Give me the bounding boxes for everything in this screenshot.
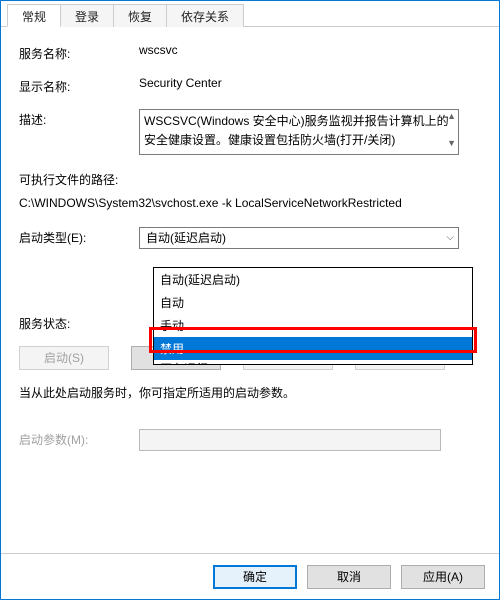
service-name-value: wscsvc bbox=[139, 43, 481, 57]
description-scroll[interactable]: ▲ ▼ bbox=[447, 112, 456, 148]
dropdown-opt-manual[interactable]: 手动 bbox=[154, 314, 472, 337]
startup-params-label: 启动参数(M): bbox=[19, 429, 139, 448]
tab-logon[interactable]: 登录 bbox=[60, 4, 114, 27]
tab-strip: 常规 登录 恢复 依存关系 bbox=[1, 3, 499, 27]
startup-params-input bbox=[139, 429, 441, 451]
tab-content: 服务名称: wscsvc 显示名称: Security Center 描述: W… bbox=[1, 27, 499, 475]
description-label: 描述: bbox=[19, 109, 139, 128]
dropdown-opt-cut[interactable]: 正在运行 bbox=[154, 360, 472, 364]
startup-type-combo[interactable]: 自动(延迟启动) ⌵ bbox=[139, 227, 459, 249]
description-box[interactable]: WSCSVC(Windows 安全中心)服务监视并报告计算机上的安全健康设置。健… bbox=[139, 109, 459, 155]
apply-button[interactable]: 应用(A) bbox=[401, 565, 485, 589]
service-name-label: 服务名称: bbox=[19, 43, 139, 62]
tab-recovery[interactable]: 恢复 bbox=[113, 4, 167, 27]
scroll-down-icon[interactable]: ▼ bbox=[447, 139, 456, 148]
startup-hint: 当从此处启动服务时，你可指定所适用的启动参数。 bbox=[19, 384, 481, 401]
tab-dependencies[interactable]: 依存关系 bbox=[166, 4, 244, 27]
chevron-down-icon: ⌵ bbox=[446, 232, 454, 243]
display-name-value: Security Center bbox=[139, 76, 481, 90]
dropdown-opt-auto-delayed[interactable]: 自动(延迟启动) bbox=[154, 268, 472, 291]
start-button: 启动(S) bbox=[19, 346, 109, 370]
properties-dialog: 常规 登录 恢复 依存关系 服务名称: wscsvc 显示名称: Securit… bbox=[0, 0, 500, 600]
scroll-up-icon[interactable]: ▲ bbox=[447, 112, 456, 121]
description-text: WSCSVC(Windows 安全中心)服务监视并报告计算机上的安全健康设置。健… bbox=[144, 114, 449, 147]
display-name-label: 显示名称: bbox=[19, 76, 139, 95]
exe-path-label: 可执行文件的路径: bbox=[19, 169, 481, 192]
exe-path-value: C:\WINDOWS\System32\svchost.exe -k Local… bbox=[19, 192, 481, 215]
startup-type-dropdown[interactable]: 自动(延迟启动) 自动 手动 禁用 正在运行 bbox=[153, 267, 473, 365]
dropdown-opt-disabled[interactable]: 禁用 bbox=[154, 337, 472, 360]
tab-general[interactable]: 常规 bbox=[7, 4, 61, 27]
service-status-label: 服务状态: bbox=[19, 313, 139, 332]
dropdown-opt-auto[interactable]: 自动 bbox=[154, 291, 472, 314]
cancel-button[interactable]: 取消 bbox=[307, 565, 391, 589]
startup-type-value: 自动(延迟启动) bbox=[146, 229, 226, 246]
ok-button[interactable]: 确定 bbox=[213, 565, 297, 589]
dialog-footer: 确定 取消 应用(A) bbox=[1, 553, 499, 599]
startup-type-label: 启动类型(E): bbox=[19, 227, 139, 246]
